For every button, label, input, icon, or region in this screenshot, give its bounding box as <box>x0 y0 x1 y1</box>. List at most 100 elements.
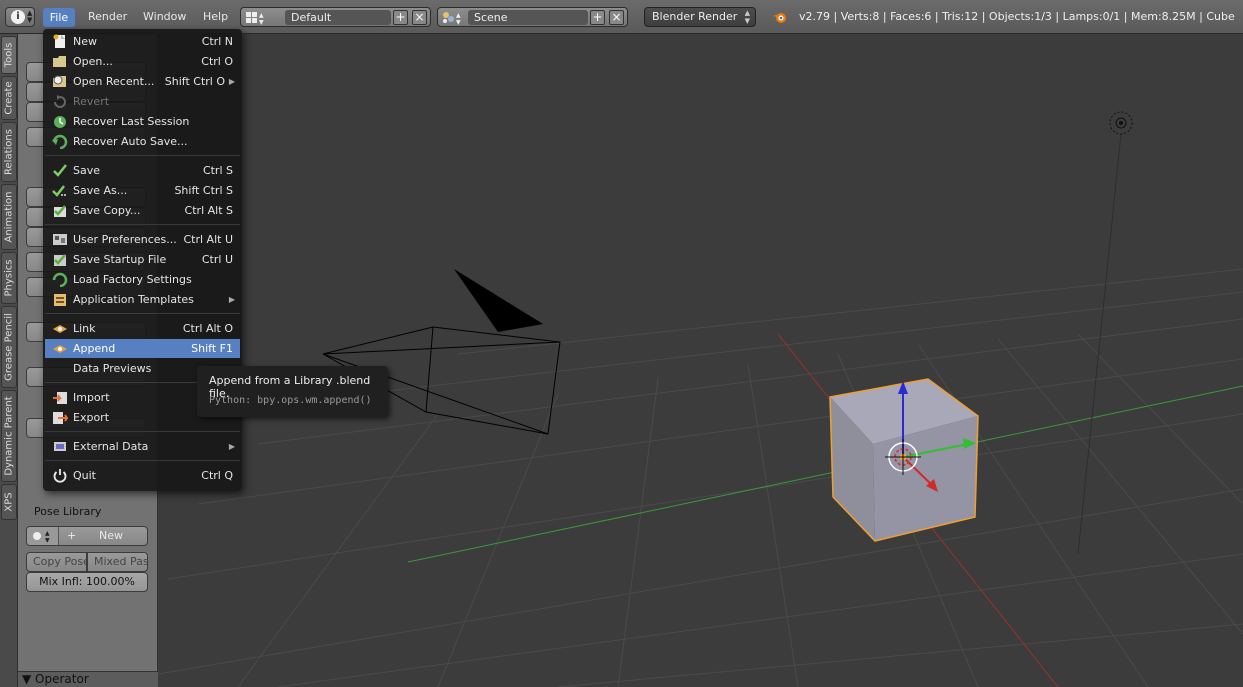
append-icon <box>53 345 67 353</box>
revert-icon <box>54 95 66 108</box>
menu-item-load-factory-settings[interactable]: Load Factory Settings <box>45 270 240 289</box>
info-icon: i <box>11 10 25 24</box>
menu-item-recover-last-session[interactable]: Recover Last Session <box>45 112 240 131</box>
mix-influence-slider[interactable]: Mix Infl: 100.00% <box>26 572 148 592</box>
recover-icon <box>54 116 66 128</box>
preferences-icon <box>53 234 67 245</box>
menu-item-open-recent[interactable]: Open Recent... Shift Ctrl O ▶ <box>45 72 240 91</box>
tab-physics[interactable]: Physics <box>1 252 17 304</box>
add-scene-button[interactable]: + <box>590 10 605 25</box>
render-engine-value: Blender Render <box>652 10 738 23</box>
delete-layout-button[interactable]: × <box>412 10 427 25</box>
viewport-scene <box>158 111 1243 687</box>
tab-grease-pencil[interactable]: Grease Pencil <box>1 306 17 388</box>
add-layout-button[interactable]: + <box>393 10 408 25</box>
menu-item-revert[interactable]: Revert <box>45 92 240 111</box>
scene-statistics: v2.79 | Verts:8 | Faces:6 | Tris:12 | Ob… <box>799 10 1235 23</box>
menu-item-append[interactable]: Append Shift F1 <box>45 339 240 358</box>
svg-text:▲: ▲ <box>456 12 461 19</box>
submenu-arrow-icon: ▶ <box>228 442 235 451</box>
tab-tools[interactable]: Tools <box>1 36 17 74</box>
up-down-arrows-icon: ▲ ▼ <box>744 9 750 25</box>
screen-layout-selector[interactable]: ▲ ▼ Default + × <box>240 7 431 27</box>
menu-item-save[interactable]: Save Ctrl S <box>45 161 240 180</box>
delete-scene-button[interactable]: × <box>609 10 624 25</box>
y-axis-line <box>407 385 1243 563</box>
scene-icon: ▲▼ <box>443 12 461 25</box>
collapse-arrow-icon: ▼ <box>22 672 36 686</box>
import-icon <box>53 392 67 404</box>
svg-text:▲: ▲ <box>259 12 264 19</box>
save-startup-icon <box>54 254 66 266</box>
scene-name[interactable]: Scene <box>468 10 588 25</box>
screen-layout-name[interactable]: Default <box>285 10 391 25</box>
menu-item-link[interactable]: Link Ctrl Alt O <box>45 319 240 338</box>
svg-text:▼: ▼ <box>456 19 461 25</box>
layout-icon: ▲▼ <box>246 12 264 25</box>
pose-library-selector[interactable]: ▲ ▼ + New <box>26 526 148 546</box>
external-data-icon <box>54 442 66 451</box>
submenu-arrow-icon: ▶ <box>228 77 235 86</box>
svg-text:▼: ▼ <box>259 19 264 25</box>
menu-item-open[interactable]: Open... Ctrl O <box>45 52 240 71</box>
save-as-icon <box>52 185 66 197</box>
folder-open-icon <box>53 56 66 67</box>
menu-item-user-preferences[interactable]: User Preferences... Ctrl Alt U <box>45 230 240 249</box>
tab-animation[interactable]: Animation <box>1 184 17 250</box>
up-down-arrows-icon: ▲ ▼ <box>27 9 33 24</box>
lamp-object[interactable] <box>1109 111 1133 135</box>
menu-item-save-copy[interactable]: Save Copy... Ctrl Alt S <box>45 201 240 220</box>
recover-auto-icon <box>52 134 68 149</box>
plus-icon: + <box>67 529 77 542</box>
link-icon <box>53 325 67 333</box>
factory-settings-icon <box>52 272 68 287</box>
menu-item-new[interactable]: New Ctrl N <box>45 32 240 51</box>
pose-library-label: Pose Library <box>34 505 102 518</box>
menu-item-quit[interactable]: Quit Ctrl Q <box>45 466 240 485</box>
menu-help[interactable]: Help <box>203 8 228 26</box>
append-tooltip: Append from a Library .blend file. Pytho… <box>197 366 388 417</box>
pose-library-browse-icon[interactable]: ▲ ▼ <box>27 527 59 545</box>
tab-relations[interactable]: Relations <box>1 122 17 182</box>
menu-item-external-data[interactable]: External Data ▶ <box>45 437 240 456</box>
menu-item-save-as[interactable]: Save As... Shift Ctrl S <box>45 181 240 200</box>
svg-text:▼: ▼ <box>45 537 50 544</box>
render-engine-select[interactable]: Blender Render ▲ ▼ <box>644 7 756 27</box>
templates-icon <box>54 294 66 306</box>
menu-separator <box>45 155 240 156</box>
menu-item-save-startup-file[interactable]: Save Startup File Ctrl U <box>45 250 240 269</box>
save-copy-icon <box>54 205 66 217</box>
toolshelf-tabs: Tools Create Relations Animation Physics… <box>0 34 18 687</box>
menu-separator <box>45 313 240 314</box>
tooltip-python: Python: bpy.ops.wm.append() <box>209 395 372 406</box>
file-menu: New Ctrl N Open... Ctrl O Open Recent...… <box>43 29 242 491</box>
menu-window[interactable]: Window <box>143 8 186 26</box>
scene-selector[interactable]: ▲ ▼ Scene + × <box>437 7 628 27</box>
new-pose-library-label: New <box>99 529 123 542</box>
operator-panel-header[interactable]: ▼ Operator <box>18 671 158 687</box>
mixed-pas-button[interactable]: Mixed Pas <box>87 552 148 572</box>
floor-grid <box>158 268 1243 687</box>
operator-label: Operator <box>35 672 89 686</box>
menu-separator <box>45 460 240 461</box>
menu-render[interactable]: Render <box>88 8 127 26</box>
menu-separator <box>45 224 240 225</box>
submenu-arrow-icon: ▶ <box>228 295 235 304</box>
blender-logo-icon <box>773 13 786 23</box>
new-file-icon <box>53 34 65 48</box>
svg-text:▲: ▲ <box>45 530 50 537</box>
checkmark-icon <box>53 164 67 177</box>
power-icon <box>53 469 67 483</box>
menu-separator <box>45 431 240 432</box>
menu-item-recover-auto-save[interactable]: Recover Auto Save... <box>45 132 240 151</box>
menu-item-application-templates[interactable]: Application Templates ▶ <box>45 290 240 309</box>
menu-file[interactable]: File <box>43 8 75 27</box>
copy-pose-button[interactable]: Copy Pose <box>26 552 87 572</box>
tab-dynamic-parent[interactable]: Dynamic Parent <box>1 390 17 482</box>
tab-create[interactable]: Create <box>1 76 17 120</box>
editor-type-button[interactable]: i ▲ ▼ <box>5 7 35 27</box>
tab-xps[interactable]: XPS <box>1 484 17 520</box>
export-icon <box>53 412 68 424</box>
open-recent-icon <box>53 75 66 87</box>
3d-viewport[interactable] <box>158 34 1243 687</box>
